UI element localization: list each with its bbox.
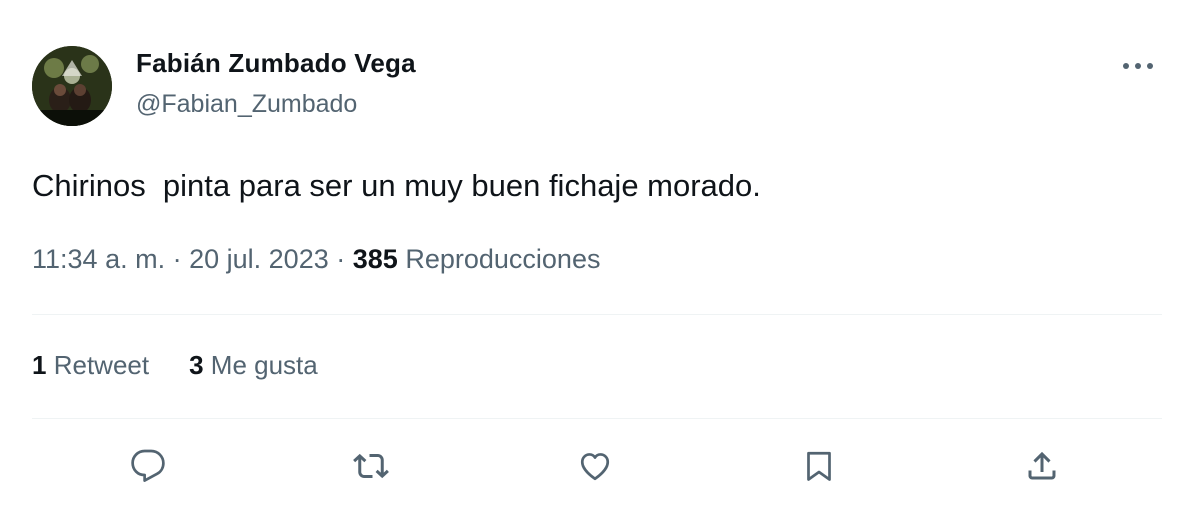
retweets-count: 1 [32, 350, 47, 380]
more-dots-icon [1123, 63, 1153, 69]
author-handle[interactable]: @Fabian_Zumbado [136, 90, 357, 119]
avatar-image [32, 46, 112, 126]
like-icon [580, 453, 610, 481]
share-button[interactable] [1016, 440, 1068, 492]
retweet-button[interactable] [345, 440, 397, 492]
reply-button[interactable] [122, 440, 174, 492]
retweet-icon [353, 453, 389, 479]
reply-icon [131, 449, 165, 482]
views-label: Reproducciones [405, 244, 601, 274]
divider-top [32, 314, 1162, 315]
bookmark-icon [807, 451, 831, 481]
tweet-date[interactable]: 20 jul. 2023 [189, 244, 329, 274]
action-bar [32, 440, 1162, 492]
tweet-meta: 11:34 a. m. · 20 jul. 2023 · 385 Reprodu… [32, 244, 600, 275]
tweet-stats: 1 Retweet 3 Me gusta [32, 350, 318, 381]
views-count: 385 [352, 244, 398, 274]
bookmark-button[interactable] [793, 440, 845, 492]
author-name[interactable]: Fabián Zumbado Vega [136, 48, 416, 79]
more-options-button[interactable] [1118, 54, 1158, 78]
retweets-stat[interactable]: 1 Retweet [32, 350, 149, 381]
tweet-card: Fabián Zumbado Vega @Fabian_Zumbado Chir… [0, 0, 1200, 523]
tweet-text: Chirinos pinta para ser un muy buen fich… [32, 168, 761, 203]
divider-bottom [32, 418, 1162, 419]
like-button[interactable] [569, 440, 621, 492]
likes-stat[interactable]: 3 Me gusta [189, 350, 318, 381]
likes-label: Me gusta [210, 350, 318, 380]
tweet-time[interactable]: 11:34 a. m. [32, 244, 165, 274]
retweets-label: Retweet [53, 350, 150, 380]
meta-separator: · [172, 244, 182, 274]
meta-separator: · [336, 244, 346, 274]
share-icon [1028, 451, 1056, 480]
likes-count: 3 [189, 350, 204, 380]
avatar[interactable] [32, 46, 112, 126]
